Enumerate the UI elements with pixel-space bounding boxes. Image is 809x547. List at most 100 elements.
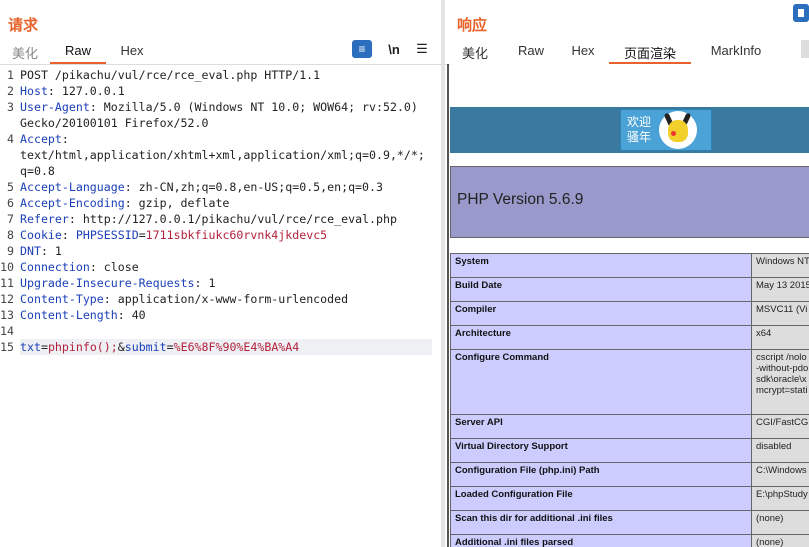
php-info-key: System (450, 253, 752, 278)
header-value: Mozilla/5.0 (Windows NT 10.0; WOW64; rv:… (103, 100, 418, 114)
code-line[interactable]: Content-Type: application/x-www-form-url… (20, 292, 348, 306)
php-info-row: Configuration File (php.ini) Path C:\Wind… (450, 462, 809, 487)
line-number: 9 (7, 244, 14, 258)
php-info-key: Scan this dir for additional .ini files (450, 510, 752, 535)
header-name: Accept-Language (20, 180, 125, 194)
line-number: 14 (0, 324, 14, 338)
response-pane: 响应 美化 Raw Hex 页面渲染 MarkInfo 欢迎 骚年 PHP Ve… (445, 0, 809, 547)
pikachu-cheek (671, 131, 676, 136)
request-tab-pretty[interactable]: 美化 (0, 40, 50, 62)
code-line[interactable]: q=0.8 (20, 164, 55, 178)
header-value: 1 (208, 276, 216, 290)
header-name: DNT (20, 244, 41, 258)
layout-toggle-glyph (798, 9, 804, 17)
php-info-row: Virtual Directory Support disabled (450, 438, 809, 463)
code-line[interactable]: Cookie: PHPSESSID=1711sbkfiukc60rvnk4jkd… (20, 228, 327, 242)
render-border (447, 64, 449, 547)
line-number: 8 (7, 228, 14, 242)
code-line[interactable]: Upgrade-Insecure-Requests: 1 (20, 276, 215, 290)
request-title: 请求 (8, 17, 39, 34)
header-value: 40 (131, 308, 146, 322)
php-info-value: disabled (751, 438, 809, 463)
response-tab-render[interactable]: 页面渲染 (609, 40, 691, 64)
php-info-key: Compiler (450, 301, 752, 326)
php-info-value: May 13 2015 (751, 277, 809, 302)
response-title: 响应 (457, 17, 488, 34)
body-token: submit (124, 340, 167, 354)
header-name: Content-Length (20, 308, 118, 322)
php-info-key: Configuration File (php.ini) Path (450, 462, 752, 487)
code-line[interactable]: Accept-Language: zh-CN,zh;q=0.8,en-US;q=… (20, 180, 383, 194)
php-info-value: (none) (751, 510, 809, 535)
body-token: = (40, 340, 48, 354)
header-value: http://127.0.0.1/pikachu/vul/rce/rce_eva… (82, 212, 397, 226)
body-token: = (166, 340, 174, 354)
cookie-value: 1711sbkfiukc60rvnk4jkdevc5 (145, 228, 328, 242)
php-info-key: Build Date (450, 277, 752, 302)
logo-text-line1: 欢迎 (627, 115, 652, 129)
php-info-value: E:\phpStudy (751, 486, 809, 511)
code-line[interactable]: Accept: (20, 132, 76, 146)
line-number: 7 (7, 212, 14, 226)
php-info-value: CGI/FastCG (751, 414, 809, 439)
response-tab-raw[interactable]: Raw (505, 40, 557, 62)
header-value: 1 (54, 244, 62, 258)
code-line[interactable]: Host: 127.0.0.1 (20, 84, 125, 98)
code-line[interactable]: txt=phpinfo();&submit=%E6%8F%90%E4%BA%A4 (20, 340, 299, 354)
code-line[interactable]: text/html,application/xhtml+xml,applicat… (20, 148, 425, 162)
site-banner: 欢迎 骚年 (450, 107, 809, 153)
hamburger-menu-icon[interactable]: ☰ (414, 40, 430, 58)
php-info-key: Configure Command (450, 349, 752, 415)
logo-text-line2: 骚年 (627, 130, 652, 144)
layout-toggle-icon[interactable] (793, 4, 809, 22)
code-line[interactable]: Connection: close (20, 260, 139, 274)
rendered-page: 欢迎 骚年 PHP Version 5.6.9 System Windows NT… (450, 64, 809, 547)
request-pane: 请求 美化 Raw Hex ≡ \n ☰ 1 POST /pikachu/vul/… (0, 0, 441, 547)
code-line[interactable]: POST /pikachu/vul/rce/rce_eval.php HTTP/… (20, 68, 320, 82)
request-tab-hex[interactable]: Hex (106, 40, 158, 62)
php-info-row: Server API CGI/FastCG (450, 414, 809, 439)
header-name: Connection (20, 260, 90, 274)
php-info-value: Windows NT (751, 253, 809, 278)
pikachu-icon (659, 111, 697, 149)
php-info-key: Server API (450, 414, 752, 439)
php-info-row: Architecture x64 (450, 325, 809, 350)
wrap-icon[interactable]: ≡ (352, 40, 372, 58)
header-name: Cookie (20, 228, 62, 242)
php-info-row: Compiler MSVC11 (Vi (450, 301, 809, 326)
request-tab-raw[interactable]: Raw (50, 40, 106, 64)
php-info-row: Scan this dir for additional .ini files(… (450, 510, 809, 535)
code-line[interactable]: Gecko/20100101 Firefox/52.0 (20, 116, 208, 130)
header-name: Accept (20, 132, 62, 146)
tab-divider (0, 64, 441, 65)
code-line[interactable]: Content-Length: 40 (20, 308, 146, 322)
header-name: Upgrade-Insecure-Requests (20, 276, 195, 290)
response-tab-hex[interactable]: Hex (557, 40, 609, 62)
php-info-value: MSVC11 (Vi (751, 301, 809, 326)
code-line[interactable]: User-Agent: Mozilla/5.0 (Windows NT 10.0… (20, 100, 418, 114)
tabs-overflow-icon[interactable] (801, 40, 809, 58)
newline-toggle-button[interactable]: \n (385, 40, 403, 58)
line-number: 13 (0, 308, 14, 322)
line-number: 11 (0, 276, 14, 290)
php-info-header: PHP Version 5.6.9 (450, 166, 809, 238)
code-line[interactable]: DNT: 1 (20, 244, 62, 258)
response-tab-pretty[interactable]: 美化 (445, 40, 505, 62)
code-line[interactable]: Referer: http://127.0.0.1/pikachu/vul/rc… (20, 212, 397, 226)
logo-text: 欢迎 骚年 (627, 115, 651, 145)
body-token: txt (20, 340, 41, 354)
php-info-row: System Windows NT (450, 253, 809, 278)
php-info-row: Build Date May 13 2015 (450, 277, 809, 302)
body-token: & (117, 340, 125, 354)
line-number: 2 (7, 84, 14, 98)
line-number: 3 (7, 100, 14, 114)
response-tab-markinfo[interactable]: MarkInfo (691, 40, 781, 62)
header-name: Referer (20, 212, 69, 226)
site-logo[interactable]: 欢迎 骚年 (620, 109, 712, 151)
line-number: 1 (7, 68, 14, 82)
cookie-name: PHPSESSID (75, 228, 139, 242)
line-number: 6 (7, 196, 14, 210)
request-tabs: 美化 Raw Hex (0, 40, 158, 64)
body-token: phpinfo(); (47, 340, 118, 354)
code-line[interactable]: Accept-Encoding: gzip, deflate (20, 196, 229, 210)
